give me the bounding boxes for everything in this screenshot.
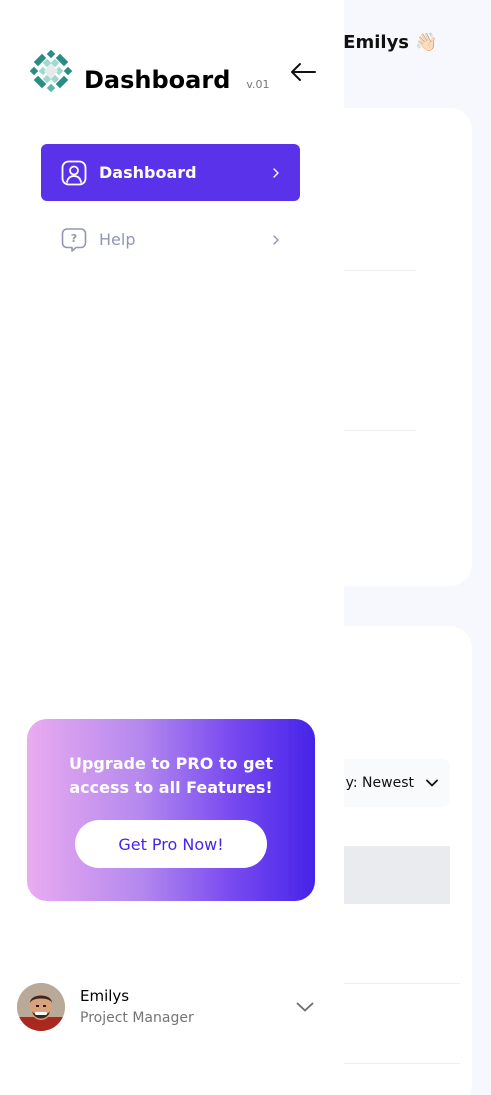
sidebar-item-label: Dashboard — [99, 163, 197, 182]
sidebar-item-dashboard[interactable]: Dashboard — [41, 144, 300, 201]
chevron-down-icon — [426, 775, 438, 791]
sidebar: Dashboard v.01 Dashboard ? Help Upgrade … — [0, 0, 344, 1095]
chevron-down-icon[interactable] — [293, 995, 317, 1019]
upgrade-promo-card: Upgrade to PRO to get access to all Feat… — [27, 719, 315, 901]
divider — [330, 1063, 460, 1064]
brand-title: Dashboard — [84, 66, 231, 94]
svg-text:?: ? — [71, 232, 77, 245]
user-profile[interactable]: Emilys Project Manager — [17, 982, 317, 1032]
get-pro-button[interactable]: Get Pro Now! — [75, 820, 267, 868]
user-square-icon — [61, 160, 87, 186]
chevron-right-icon — [270, 167, 282, 179]
avatar — [17, 983, 65, 1031]
close-sidebar-button[interactable] — [288, 58, 318, 86]
arrow-left-icon — [291, 63, 316, 81]
profile-name: Emilys — [80, 987, 130, 1005]
brand-version: v.01 — [246, 78, 270, 91]
brand: Dashboard v.01 — [30, 50, 270, 92]
promo-text: Upgrade to PRO to get access to all Feat… — [68, 754, 274, 797]
sort-label: y: Newest — [345, 775, 414, 791]
profile-role: Project Manager — [80, 1010, 194, 1026]
sidebar-item-label: Help — [99, 230, 136, 249]
sidebar-item-help[interactable]: ? Help — [41, 211, 300, 268]
logo-icon — [30, 50, 72, 92]
divider — [330, 983, 460, 984]
profile-info: Emilys Project Manager — [80, 986, 293, 1028]
sidebar-nav: Dashboard ? Help — [41, 144, 300, 278]
wave-emoji: 👋🏻 — [415, 32, 438, 53]
chevron-right-icon — [270, 234, 282, 246]
help-bubble-icon: ? — [61, 227, 87, 253]
